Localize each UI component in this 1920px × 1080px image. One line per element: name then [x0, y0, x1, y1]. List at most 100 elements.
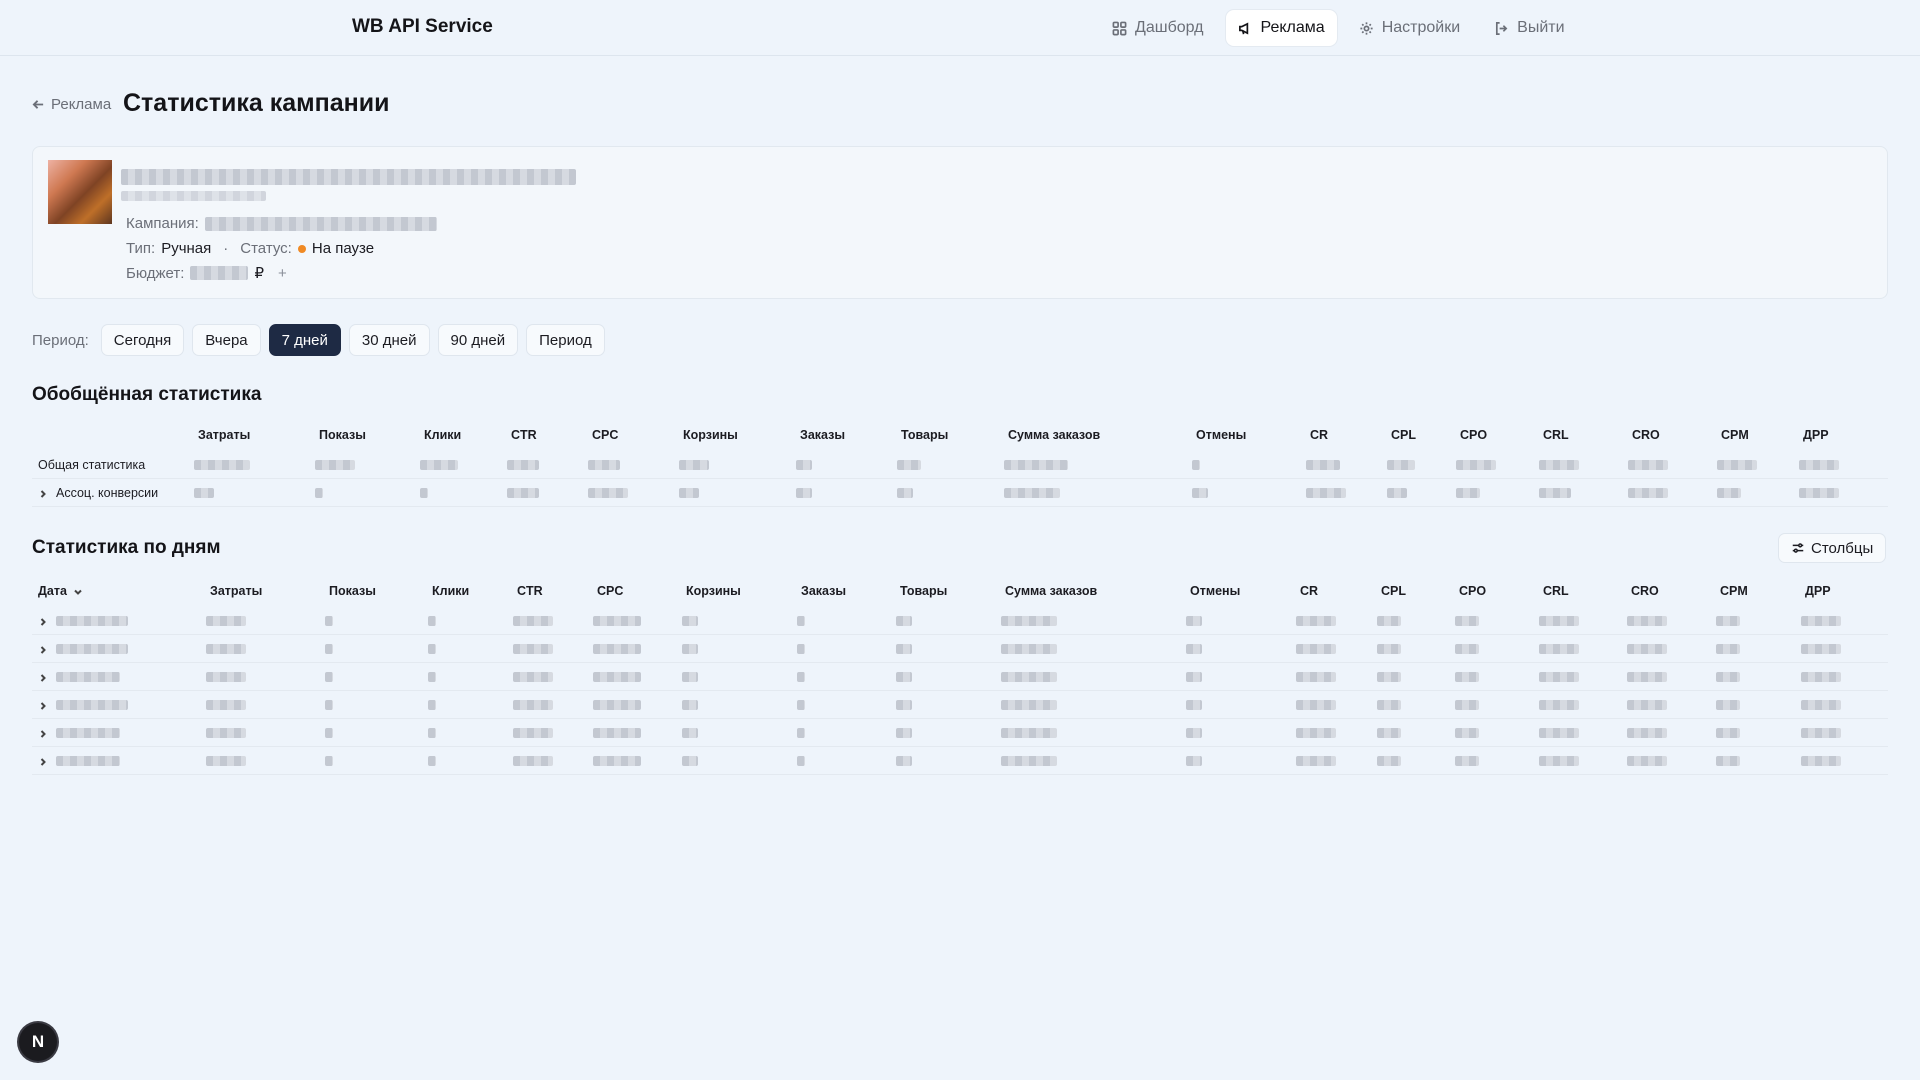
summary-cell	[1628, 479, 1668, 506]
redacted-value	[1001, 643, 1057, 654]
daily-col-header[interactable]: CPM	[1720, 575, 1748, 607]
daily-cell	[1186, 691, 1202, 718]
daily-cell	[1801, 663, 1841, 690]
daily-date-cell[interactable]	[38, 635, 128, 662]
daily-col-header[interactable]: CTR	[517, 575, 543, 607]
daily-date-cell[interactable]	[38, 747, 120, 774]
redacted-value	[1387, 487, 1407, 498]
daily-col-header[interactable]: ДРР	[1805, 575, 1831, 607]
summary-col-header[interactable]: CPL	[1391, 419, 1416, 451]
daily-col-header[interactable]: CRL	[1543, 575, 1569, 607]
redacted-value	[896, 671, 912, 682]
back-to-ads-link[interactable]: Реклама	[32, 96, 111, 113]
chevron-right-icon[interactable]	[38, 756, 48, 766]
summary-col-header[interactable]: Корзины	[683, 419, 738, 451]
redacted-value	[428, 727, 436, 738]
summary-row-assoc[interactable]: Ассоц. конверсии	[32, 479, 1888, 507]
redacted-value	[797, 643, 805, 654]
period-today-button[interactable]: Сегодня	[100, 324, 185, 356]
summary-col-header[interactable]: ДРР	[1803, 419, 1829, 451]
nav-dashboard[interactable]: Дашборд	[1100, 10, 1216, 46]
redacted-value	[1716, 755, 1740, 766]
chevron-right-icon[interactable]	[38, 616, 48, 626]
period-yesterday-button[interactable]: Вчера	[192, 324, 261, 356]
app-brand[interactable]: WB API Service	[352, 16, 493, 38]
daily-col-header[interactable]: CR	[1300, 575, 1318, 607]
nav-logout[interactable]: Выйти	[1482, 10, 1576, 46]
daily-date-cell[interactable]	[38, 691, 128, 718]
redacted-value	[797, 615, 805, 626]
daily-row[interactable]	[32, 607, 1888, 635]
chevron-right-icon[interactable]	[38, 728, 48, 738]
daily-cell	[513, 635, 553, 662]
redacted-value	[1377, 615, 1401, 626]
redacted-value	[679, 459, 709, 470]
period-90-days-button[interactable]: 90 дней	[437, 324, 519, 356]
summary-col-header[interactable]: Клики	[424, 419, 461, 451]
daily-row[interactable]	[32, 635, 1888, 663]
daily-row[interactable]	[32, 663, 1888, 691]
summary-row-label-wrap[interactable]: Ассоц. конверсии	[38, 479, 158, 506]
daily-col-header[interactable]: Заказы	[801, 575, 846, 607]
campaign-label: Кампания:	[126, 215, 199, 232]
chevron-down-icon[interactable]	[73, 586, 83, 596]
redacted-value	[593, 643, 641, 654]
daily-cell	[1539, 719, 1579, 746]
chevron-right-icon[interactable]	[38, 488, 48, 498]
redacted-value	[796, 487, 812, 498]
summary-col-header[interactable]: Товары	[901, 419, 948, 451]
daily-date-cell[interactable]	[38, 719, 120, 746]
daily-date-cell[interactable]	[38, 607, 128, 634]
summary-col-header[interactable]: CTR	[511, 419, 537, 451]
daily-col-header[interactable]: Клики	[432, 575, 469, 607]
add-budget-button[interactable]: +	[278, 265, 287, 282]
daily-date-cell[interactable]	[38, 663, 120, 690]
daily-cell	[1186, 635, 1202, 662]
daily-row[interactable]	[32, 719, 1888, 747]
summary-col-header[interactable]: Отмены	[1196, 419, 1246, 451]
chevron-right-icon[interactable]	[38, 700, 48, 710]
summary-col-header[interactable]: Заказы	[800, 419, 845, 451]
daily-col-header[interactable]: CPC	[597, 575, 623, 607]
summary-col-header[interactable]: Сумма заказов	[1008, 419, 1100, 451]
daily-col-header[interactable]: Затраты	[210, 575, 262, 607]
summary-cell	[1799, 479, 1839, 506]
daily-col-header[interactable]: Показы	[329, 575, 376, 607]
daily-col-header[interactable]: Товары	[900, 575, 947, 607]
period-7-days-button[interactable]: 7 дней	[268, 324, 341, 356]
daily-col-header[interactable]: CRO	[1631, 575, 1659, 607]
redacted-value	[1455, 643, 1479, 654]
summary-col-header[interactable]: Показы	[319, 419, 366, 451]
redacted-value	[1296, 755, 1336, 766]
daily-row[interactable]	[32, 747, 1888, 775]
daily-row[interactable]	[32, 691, 1888, 719]
summary-cell	[315, 479, 323, 506]
daily-col-header[interactable]: Сумма заказов	[1005, 575, 1097, 607]
daily-cell	[896, 635, 912, 662]
status-label: Статус:	[240, 240, 292, 257]
summary-table-header: Затраты Показы Клики CTR CPC Корзины Зак…	[32, 419, 1888, 451]
summary-col-header[interactable]: CRL	[1543, 419, 1569, 451]
daily-col-header[interactable]: Отмены	[1190, 575, 1240, 607]
summary-col-header[interactable]: CPM	[1721, 419, 1749, 451]
daily-col-header[interactable]: CPL	[1381, 575, 1406, 607]
daily-cell	[1001, 719, 1057, 746]
summary-col-header[interactable]: CR	[1310, 419, 1328, 451]
summary-col-header[interactable]: Затраты	[198, 419, 250, 451]
chevron-right-icon[interactable]	[38, 672, 48, 682]
date-column-header[interactable]: Дата	[38, 575, 83, 607]
daily-cell	[1539, 635, 1579, 662]
daily-cell	[1455, 635, 1479, 662]
daily-col-header[interactable]: Корзины	[686, 575, 741, 607]
period-custom-button[interactable]: Период	[526, 324, 605, 356]
nav-settings[interactable]: Настройки	[1347, 10, 1472, 46]
period-30-days-button[interactable]: 30 дней	[348, 324, 430, 356]
daily-col-header[interactable]: CPO	[1459, 575, 1486, 607]
summary-col-header[interactable]: CPC	[592, 419, 618, 451]
assistant-bubble-button[interactable]: N	[19, 1023, 57, 1061]
columns-settings-button[interactable]: Столбцы	[1778, 533, 1887, 563]
nav-ads[interactable]: Реклама	[1225, 10, 1337, 46]
summary-col-header[interactable]: CPO	[1460, 419, 1487, 451]
summary-col-header[interactable]: CRO	[1632, 419, 1660, 451]
chevron-right-icon[interactable]	[38, 644, 48, 654]
